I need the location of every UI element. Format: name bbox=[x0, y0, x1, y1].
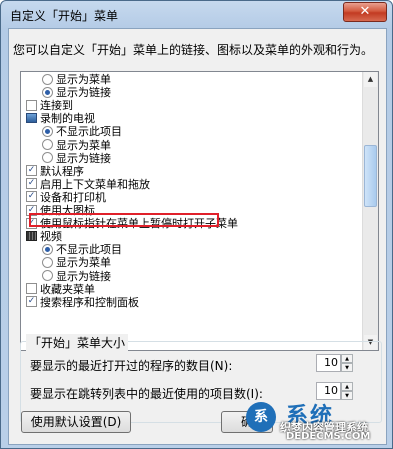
video-icon bbox=[26, 231, 37, 242]
option-label: 录制的电视 bbox=[40, 112, 95, 126]
option-row[interactable]: 显示为菜单 bbox=[42, 256, 111, 269]
watermark-line2: DEDECMS.COM bbox=[286, 431, 371, 442]
option-label: 启用上下文菜单和拖放 bbox=[40, 177, 150, 191]
option-row[interactable]: ✓ 设备和打印机 bbox=[26, 191, 106, 204]
watermark-logo: 系 系统 织梦内容管理系统 DEDECMS.COM bbox=[246, 396, 386, 444]
radio-unselected[interactable] bbox=[42, 270, 53, 281]
use-default-settings-button[interactable]: 使用默认设置(D) bbox=[21, 411, 131, 433]
window-title: 自定义「开始」菜单 bbox=[10, 9, 119, 23]
option-label: 搜索程序和控制面板 bbox=[40, 295, 139, 309]
recent-programs-stepper[interactable]: 10 ▲ ▼ bbox=[316, 354, 356, 374]
checkbox-checked[interactable]: ✓ bbox=[26, 296, 37, 308]
checkbox-unchecked[interactable] bbox=[26, 283, 37, 295]
option-row[interactable]: 录制的电视 bbox=[26, 112, 95, 125]
recent-programs-value[interactable]: 10 bbox=[316, 354, 341, 372]
radio-selected[interactable] bbox=[42, 86, 53, 98]
option-label: 显示为菜单 bbox=[56, 73, 111, 86]
tv-icon bbox=[26, 113, 37, 124]
option-row[interactable]: 显示为菜单 bbox=[42, 139, 111, 152]
scroll-up-arrow-icon[interactable]: ▲ bbox=[364, 72, 377, 87]
radio-unselected[interactable] bbox=[42, 152, 53, 164]
radio-selected[interactable] bbox=[42, 243, 53, 255]
dialog-window: 自定义「开始」菜单 ✕ 您可以自定义「开始」菜单上的链接、图标以及菜单的外观和行… bbox=[0, 0, 393, 449]
recent-programs-label: 要显示的最近打开过的程序的数目(N): bbox=[30, 359, 233, 373]
option-label: 显示为链接 bbox=[56, 269, 111, 283]
option-label: 显示为菜单 bbox=[56, 256, 111, 270]
option-row[interactable]: 显示为链接 bbox=[42, 270, 111, 283]
radio-unselected[interactable] bbox=[42, 256, 53, 268]
title-bar[interactable]: 自定义「开始」菜单 ✕ bbox=[1, 1, 392, 29]
checkbox-checked[interactable]: ✓ bbox=[26, 191, 37, 203]
option-label: 连接到 bbox=[40, 99, 73, 113]
radio-unselected[interactable] bbox=[42, 139, 53, 150]
menu-size-group-title: 「开始」菜单大小 bbox=[26, 334, 129, 351]
option-row[interactable]: ✓ 启用上下文菜单和拖放 bbox=[26, 178, 150, 191]
option-row[interactable]: 显示为菜单 bbox=[42, 73, 111, 86]
option-row[interactable]: 连接到 bbox=[26, 99, 73, 112]
scroll-thumb[interactable] bbox=[364, 145, 377, 207]
option-label: 设备和打印机 bbox=[40, 190, 106, 204]
dialog-description: 您可以自定义「开始」菜单上的链接、图标以及菜单的外观和行为。 bbox=[13, 43, 374, 57]
list-scrollbar[interactable]: ▲ ▼ bbox=[362, 72, 378, 350]
option-label: 显示为链接 bbox=[56, 151, 111, 165]
option-row[interactable]: 不显示此项目 bbox=[42, 243, 122, 256]
start-menu-options-list[interactable]: 显示为菜单 显示为链接 连接到 录制的电视 不显示此项目 显示为菜单 显示为链接 ✓ 默认程序 ✓… bbox=[20, 71, 379, 351]
option-row[interactable]: ✓ 默认程序 bbox=[26, 165, 84, 178]
option-label: 收藏夹菜单 bbox=[40, 282, 95, 296]
option-label: 默认程序 bbox=[40, 164, 84, 178]
option-label: 显示为菜单 bbox=[56, 138, 111, 152]
checkbox-checked[interactable]: ✓ bbox=[26, 178, 37, 190]
checkbox-unchecked[interactable] bbox=[26, 99, 37, 111]
stepper-up-icon[interactable]: ▲ bbox=[341, 382, 353, 391]
option-label: 不显示此项目 bbox=[56, 125, 122, 139]
option-row[interactable]: 不显示此项目 bbox=[42, 125, 122, 138]
radio-unselected[interactable] bbox=[42, 73, 53, 85]
jump-list-label: 要显示在跳转列表中的最近使用的项目数(I): bbox=[30, 387, 263, 401]
option-row[interactable]: 显示为链接 bbox=[42, 152, 111, 165]
close-icon: ✕ bbox=[359, 4, 371, 19]
option-row[interactable]: 视频 bbox=[26, 230, 62, 243]
option-row[interactable]: ✓ 搜索程序和控制面板 bbox=[26, 296, 139, 309]
stepper-down-icon[interactable]: ▼ bbox=[341, 363, 353, 372]
watermark-logo-icon: 系 bbox=[246, 402, 276, 432]
option-label: 显示为链接 bbox=[56, 86, 111, 100]
stepper-up-icon[interactable]: ▲ bbox=[341, 354, 353, 363]
highlight-annotation-box bbox=[29, 213, 219, 227]
option-label: 视频 bbox=[40, 230, 62, 244]
close-button[interactable]: ✕ bbox=[343, 2, 387, 22]
checkbox-checked[interactable]: ✓ bbox=[26, 165, 37, 177]
option-row[interactable]: 显示为链接 bbox=[42, 86, 111, 99]
option-label: 不显示此项目 bbox=[56, 243, 122, 257]
dialog-body: 您可以自定义「开始」菜单上的链接、图标以及菜单的外观和行为。 显示为菜单 显示为链… bbox=[8, 28, 387, 445]
option-row[interactable]: 收藏夹菜单 bbox=[26, 283, 95, 296]
radio-selected[interactable] bbox=[42, 125, 53, 137]
